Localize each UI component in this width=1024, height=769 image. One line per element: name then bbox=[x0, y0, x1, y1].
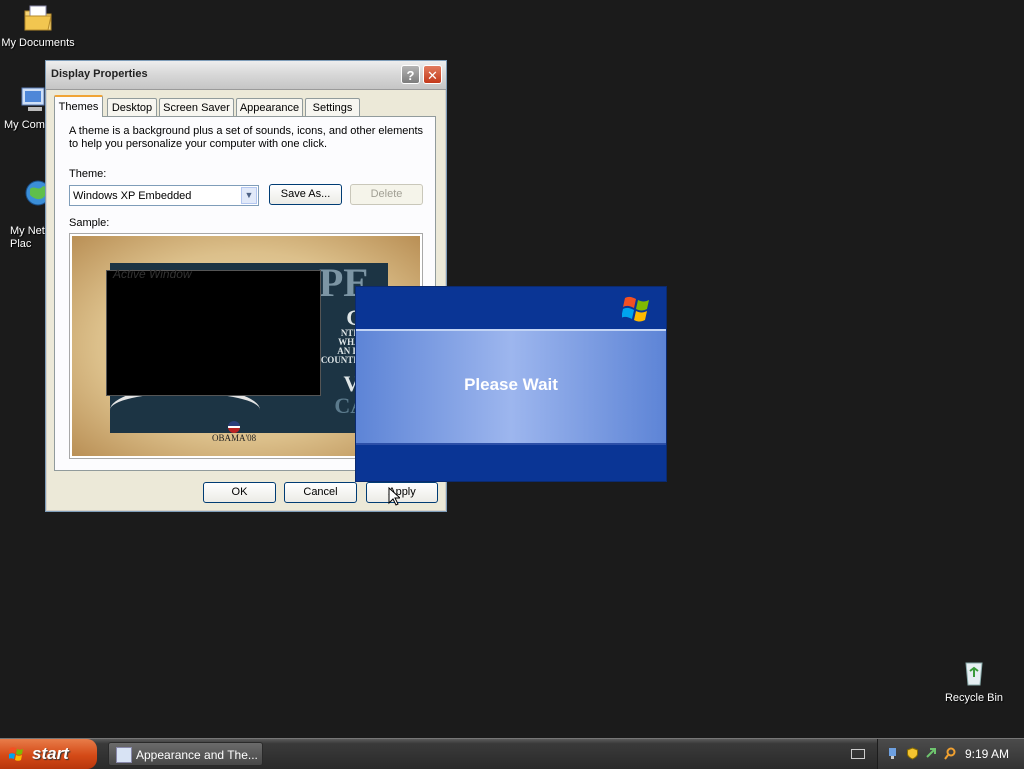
sample-window-title: Active Window bbox=[113, 267, 192, 281]
desktop-icon-label: My Net Plac bbox=[10, 225, 45, 250]
recycle-bin-icon bbox=[965, 662, 983, 686]
sample-label: Sample: bbox=[69, 217, 110, 229]
update-icon[interactable] bbox=[925, 747, 938, 760]
clock[interactable]: 9:19 AM bbox=[965, 747, 1009, 761]
windows-logo-icon bbox=[622, 296, 649, 322]
security-shield-icon[interactable] bbox=[906, 747, 919, 760]
title-bar[interactable]: Display Properties ? ✕ bbox=[46, 61, 446, 90]
taskbar-button-label: Appearance and The... bbox=[136, 748, 258, 762]
tab-desktop[interactable]: Desktop bbox=[107, 98, 157, 116]
sample-caption: OBAMA'08 bbox=[212, 421, 256, 443]
taskbar-button-appearance[interactable]: Appearance and The... bbox=[108, 742, 263, 766]
folder-icon bbox=[24, 5, 52, 31]
window-title: Display Properties bbox=[51, 68, 148, 80]
desktop-icon-my-documents[interactable]: My Documents bbox=[0, 2, 76, 50]
please-wait-message: Please Wait bbox=[464, 375, 558, 394]
ok-button[interactable]: OK bbox=[203, 482, 276, 503]
close-icon: ✕ bbox=[427, 68, 438, 83]
delete-button[interactable]: Delete bbox=[350, 184, 423, 205]
keyboard-icon[interactable] bbox=[851, 749, 865, 759]
windows-logo-icon bbox=[9, 747, 23, 761]
tab-screen-saver[interactable]: Screen Saver bbox=[159, 98, 234, 116]
theme-description: A theme is a background plus a set of so… bbox=[69, 125, 424, 150]
help-icon: ? bbox=[406, 68, 415, 83]
control-panel-icon bbox=[116, 747, 132, 763]
search-icon[interactable] bbox=[944, 747, 957, 760]
campaign-logo-icon bbox=[228, 421, 241, 433]
sample-caption-text: OBAMA'08 bbox=[212, 433, 257, 443]
tab-settings[interactable]: Settings bbox=[305, 98, 360, 116]
network-icon[interactable] bbox=[886, 747, 899, 760]
theme-select-value: Windows XP Embedded bbox=[73, 190, 192, 202]
system-tray: 9:19 AM bbox=[877, 739, 1024, 769]
desktop-icon-recycle-bin[interactable]: Recycle Bin bbox=[936, 657, 1012, 705]
start-button[interactable]: start bbox=[0, 739, 97, 769]
cancel-button[interactable]: Cancel bbox=[284, 482, 357, 503]
save-as-button[interactable]: Save As... bbox=[269, 184, 342, 205]
desktop-icon-label: My Documents bbox=[1, 37, 75, 49]
chevron-down-icon[interactable]: ▼ bbox=[241, 187, 257, 204]
tab-themes[interactable]: Themes bbox=[54, 95, 103, 117]
apply-button[interactable]: Apply bbox=[366, 482, 438, 503]
please-wait-dialog: Please Wait bbox=[355, 286, 667, 482]
theme-select[interactable]: Windows XP Embedded ▼ bbox=[69, 185, 259, 206]
help-button[interactable]: ? bbox=[401, 65, 420, 84]
mouse-cursor-icon bbox=[388, 487, 400, 506]
sample-active-window: Active Window bbox=[106, 267, 321, 396]
desktop-icon-label: Recycle Bin bbox=[944, 692, 1004, 704]
taskbar: start Appearance and The... 9:19 AM bbox=[0, 738, 1024, 769]
theme-label: Theme: bbox=[69, 168, 107, 180]
tab-appearance[interactable]: Appearance bbox=[236, 98, 303, 116]
desktop-icon-label: My Com bbox=[4, 119, 45, 131]
close-button[interactable]: ✕ bbox=[423, 65, 442, 84]
start-label: start bbox=[32, 744, 69, 763]
